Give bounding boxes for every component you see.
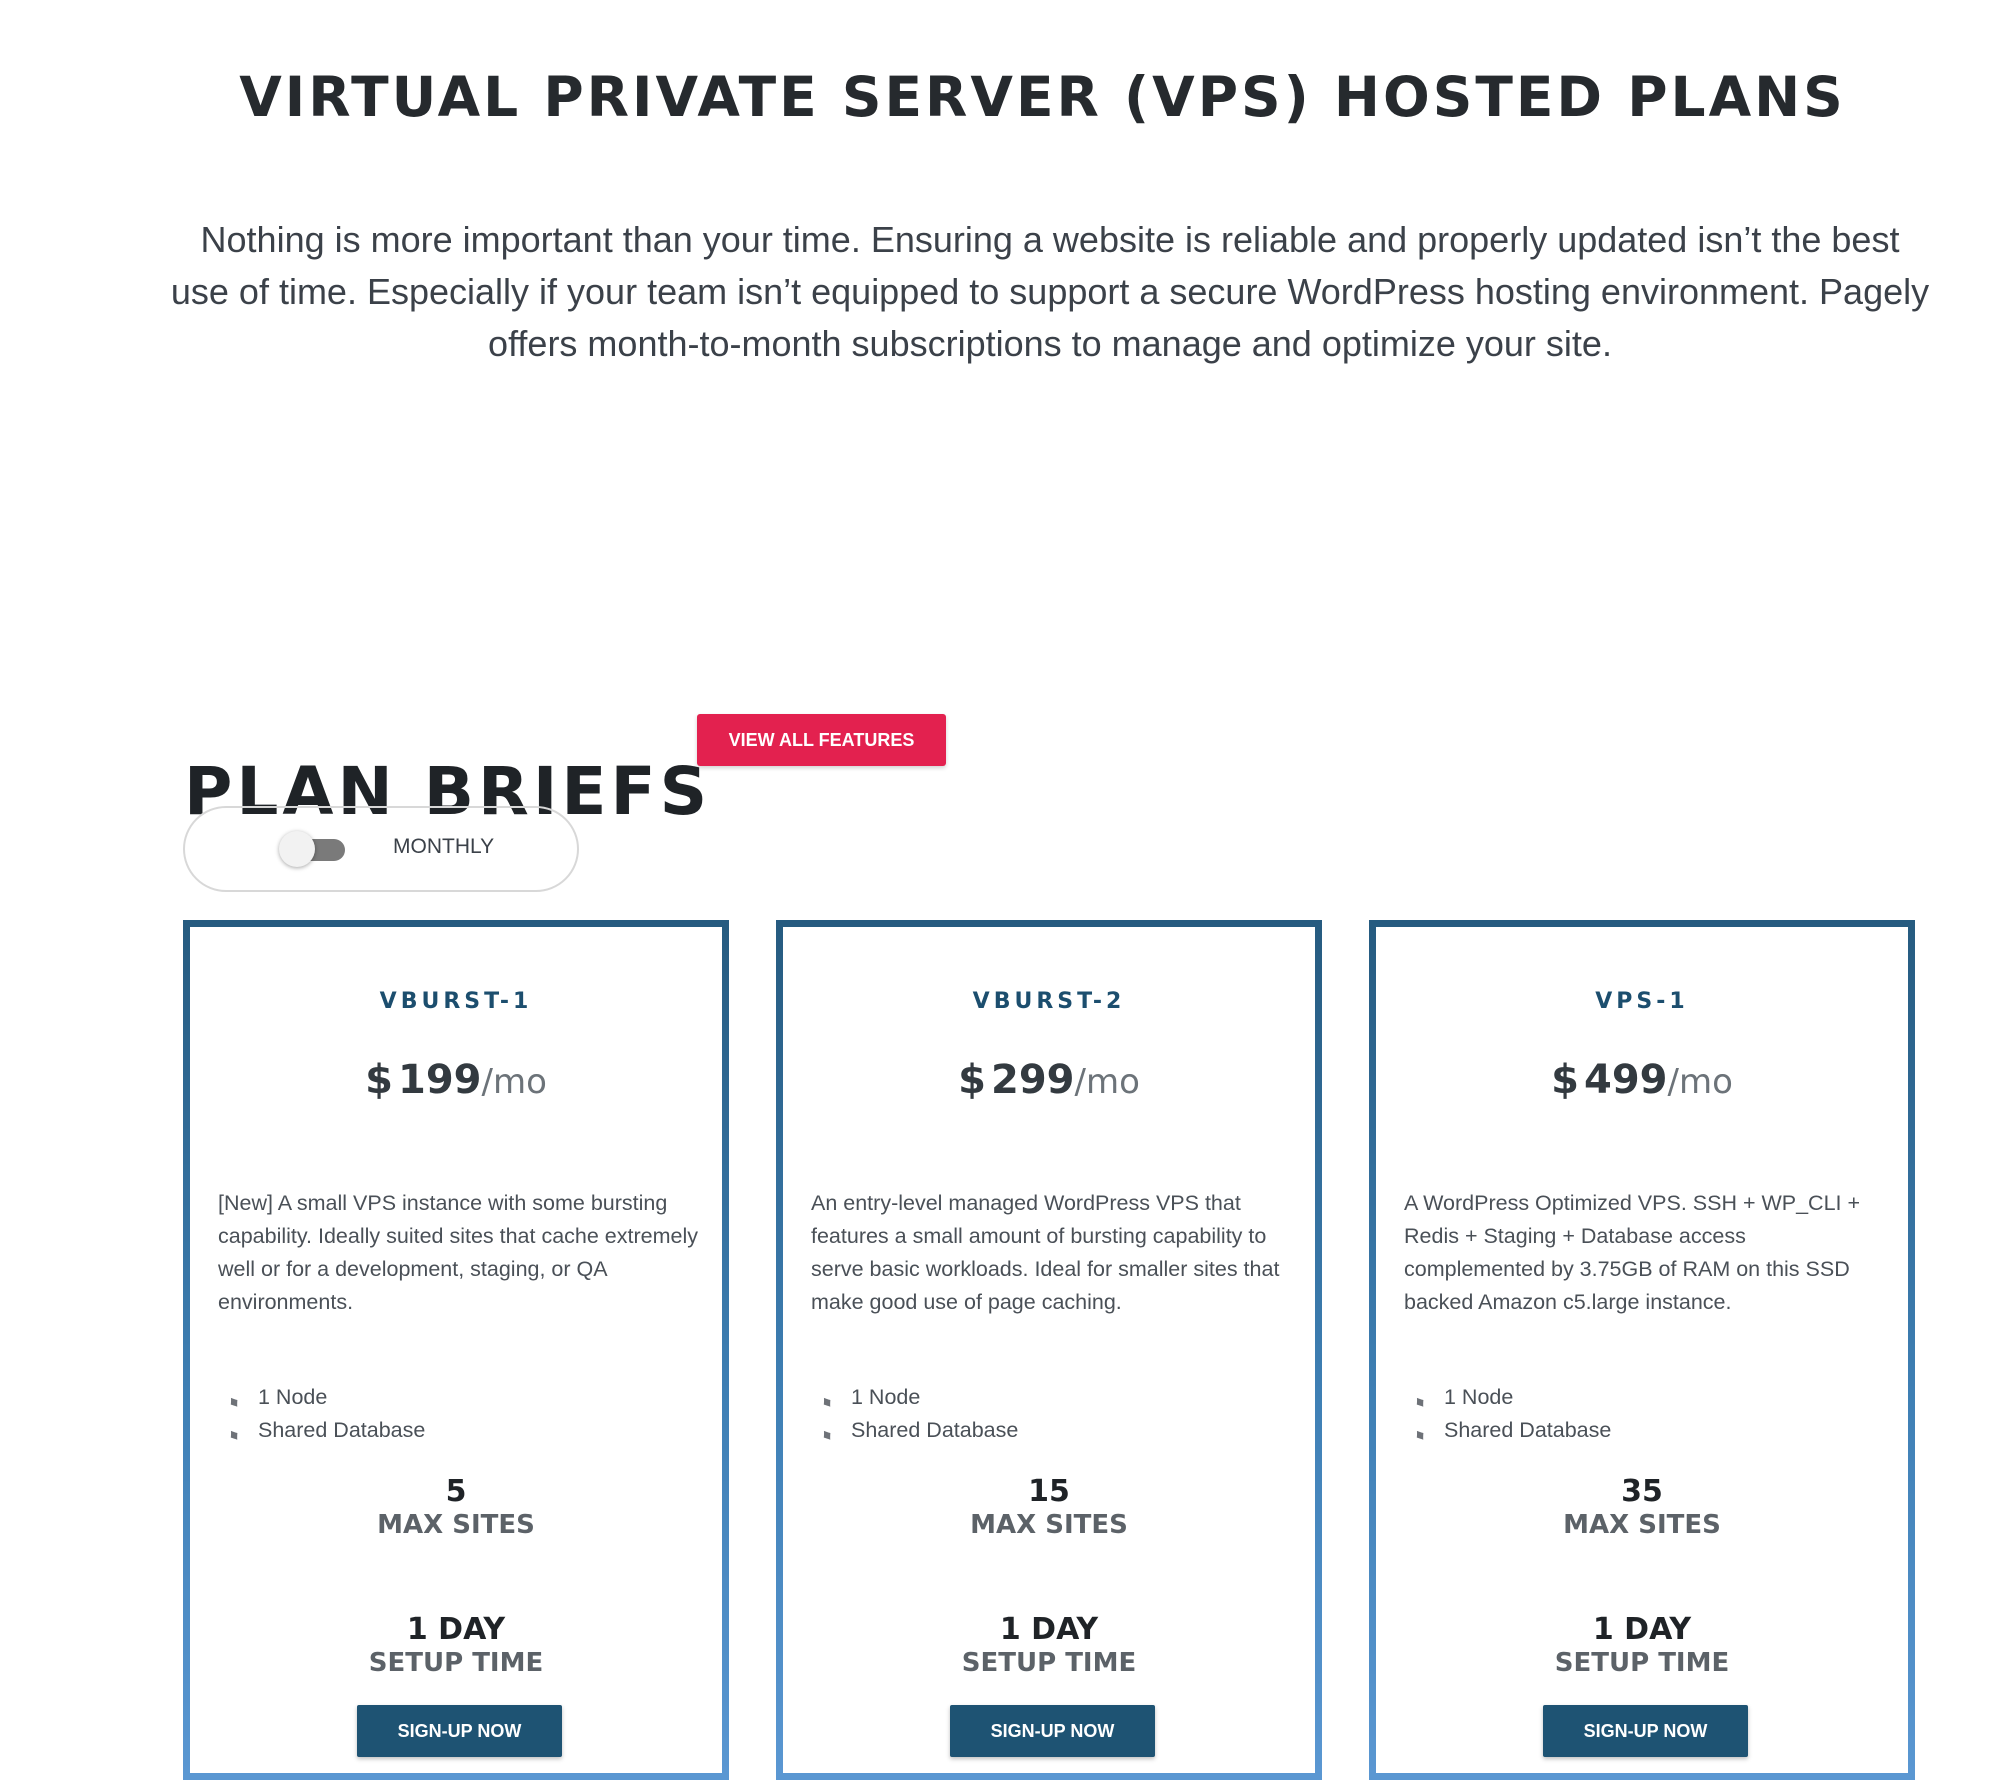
billing-toggle-container: MONTHLY xyxy=(183,806,579,892)
page-title: VIRTUAL PRIVATE SERVER (VPS) HOSTED PLAN… xyxy=(239,64,1846,129)
setup-time-stat: 1 DAY SETUP TIME xyxy=(1376,1613,1908,1679)
feature-item: ♦ 1 Node xyxy=(1410,1381,1611,1414)
setup-time-value: 1 DAY xyxy=(999,1612,1099,1647)
setup-time-label: SETUP TIME xyxy=(368,1648,544,1678)
max-sites-label: MAX SITES xyxy=(1563,1510,1721,1540)
max-sites-value: 5 xyxy=(445,1474,467,1509)
setup-time-stat: 1 DAY SETUP TIME xyxy=(783,1613,1315,1679)
price-amount: 199 xyxy=(398,1057,482,1103)
plan-price: $ 499/mo xyxy=(1376,1057,1908,1103)
plan-name: VBURST-2 xyxy=(972,989,1126,1014)
plan-description: [New] A small VPS instance with some bur… xyxy=(218,1190,699,1314)
plan-card-vburst-2: VBURST-2 $ 299/mo An entry-level managed… xyxy=(776,920,1322,1780)
price-period: /mo xyxy=(481,1062,547,1102)
view-all-features-button[interactable]: VIEW ALL FEATURES xyxy=(697,714,946,766)
feature-item: ♦ 1 Node xyxy=(224,1381,425,1414)
feature-label: 1 Node xyxy=(851,1385,921,1409)
plan-card-vburst-1: VBURST-1 $ 199/mo [New] A small VPS inst… xyxy=(183,920,729,1780)
setup-time-value: 1 DAY xyxy=(406,1612,506,1647)
tag-icon: ♦ xyxy=(817,1423,837,1446)
feature-list: ♦ 1 Node ♦ Shared Database xyxy=(817,1381,1019,1447)
plan-description: An entry-level managed WordPress VPS tha… xyxy=(811,1190,1280,1314)
tag-icon: ♦ xyxy=(224,1390,244,1413)
price-period: /mo xyxy=(1074,1062,1140,1102)
setup-time-label: SETUP TIME xyxy=(1554,1648,1730,1678)
max-sites-stat: 15 MAX SITES xyxy=(783,1475,1315,1541)
tag-icon: ♦ xyxy=(1410,1423,1430,1446)
max-sites-stat: 35 MAX SITES xyxy=(1376,1475,1908,1541)
setup-time-stat: 1 DAY SETUP TIME xyxy=(190,1613,722,1679)
feature-label: 1 Node xyxy=(1444,1385,1514,1409)
plan-price: $ 299/mo xyxy=(783,1057,1315,1103)
plan-price: $ 199/mo xyxy=(190,1057,722,1103)
billing-period-label: MONTHLY xyxy=(393,835,495,858)
price-currency: $ xyxy=(958,1057,986,1103)
feature-label: Shared Database xyxy=(1444,1418,1612,1442)
max-sites-value: 35 xyxy=(1621,1474,1663,1509)
feature-item: ♦ Shared Database xyxy=(1410,1414,1612,1447)
price-period: /mo xyxy=(1667,1062,1733,1102)
setup-time-label: SETUP TIME xyxy=(961,1648,1137,1678)
feature-item: ♦ Shared Database xyxy=(817,1414,1019,1447)
intro-paragraph: Nothing is more important than your time… xyxy=(170,219,1930,364)
toggle-knob[interactable] xyxy=(279,831,315,867)
max-sites-label: MAX SITES xyxy=(970,1510,1128,1540)
tag-icon: ♦ xyxy=(1410,1390,1430,1413)
tag-icon: ♦ xyxy=(817,1390,837,1413)
max-sites-stat: 5 MAX SITES xyxy=(190,1475,722,1541)
plan-name: VBURST-1 xyxy=(379,989,533,1014)
sign-up-button[interactable]: SIGN-UP NOW xyxy=(357,1705,562,1757)
max-sites-label: MAX SITES xyxy=(377,1510,535,1540)
billing-toggle-switch[interactable] xyxy=(279,831,345,867)
price-currency: $ xyxy=(1551,1057,1579,1103)
feature-label: Shared Database xyxy=(851,1418,1019,1442)
plan-card-vps-1: VPS-1 $ 499/mo A WordPress Optimized VPS… xyxy=(1369,920,1915,1780)
feature-item: ♦ Shared Database xyxy=(224,1414,426,1447)
sign-up-button[interactable]: SIGN-UP NOW xyxy=(1543,1705,1748,1757)
price-currency: $ xyxy=(365,1057,393,1103)
max-sites-value: 15 xyxy=(1028,1474,1070,1509)
feature-item: ♦ 1 Node xyxy=(817,1381,1018,1414)
price-amount: 499 xyxy=(1584,1057,1668,1103)
tag-icon: ♦ xyxy=(224,1423,244,1446)
feature-list: ♦ 1 Node ♦ Shared Database xyxy=(224,1381,426,1447)
feature-list: ♦ 1 Node ♦ Shared Database xyxy=(1410,1381,1612,1447)
feature-label: 1 Node xyxy=(258,1385,328,1409)
plan-description: A WordPress Optimized VPS. SSH + WP_CLI … xyxy=(1404,1190,1861,1314)
setup-time-value: 1 DAY xyxy=(1592,1612,1692,1647)
plan-name: VPS-1 xyxy=(1595,989,1689,1014)
price-amount: 299 xyxy=(991,1057,1075,1103)
sign-up-button[interactable]: SIGN-UP NOW xyxy=(950,1705,1155,1757)
feature-label: Shared Database xyxy=(258,1418,426,1442)
